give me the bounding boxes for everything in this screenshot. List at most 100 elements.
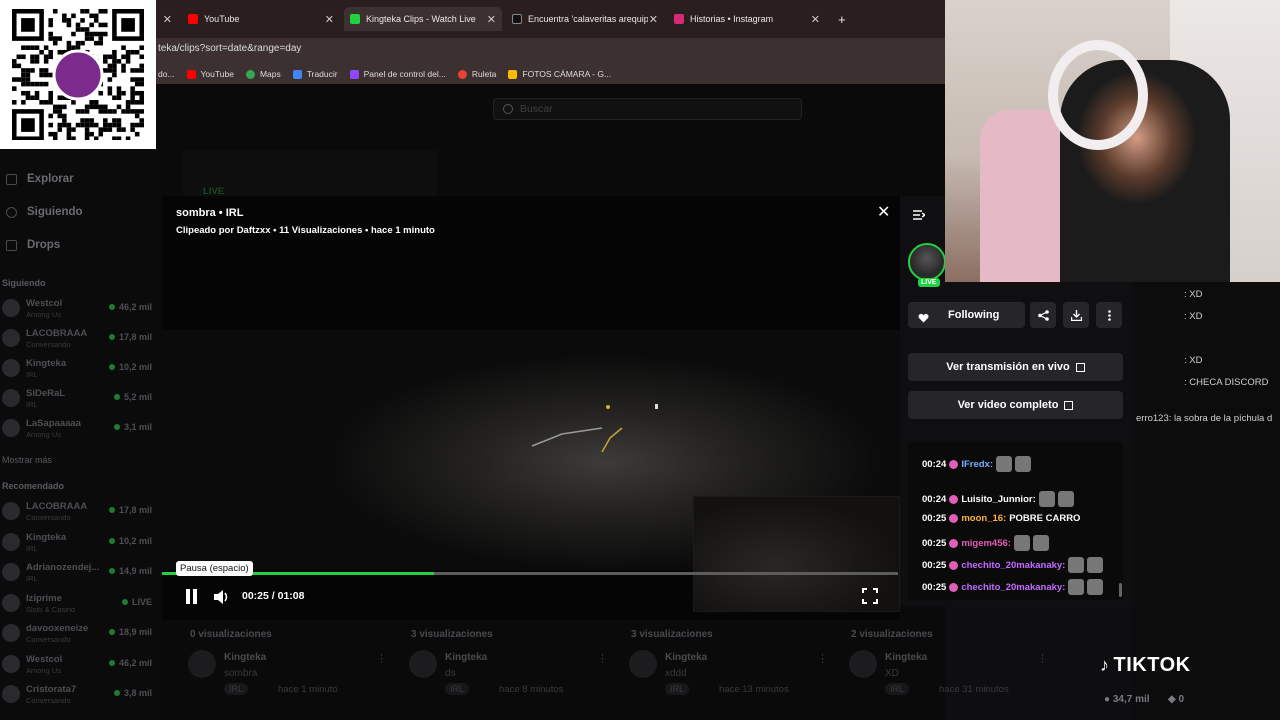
tab-bar: ✕ YouTube ✕ Kingteka Clips - Watch Live ✕ … xyxy=(156,0,945,38)
bookmark-drive[interactable]: FOTOS CÁMARA - G... xyxy=(508,69,611,79)
viewer-count: 17,8 mil xyxy=(109,505,152,515)
bookmark-translate[interactable]: Traducir xyxy=(292,69,338,79)
viewer-count: 46,2 mil xyxy=(109,658,152,668)
viewer-count: 3,1 mil xyxy=(114,422,152,432)
clip-card[interactable]: Kingteka xddd IRL hace 13 minutos ⋮ xyxy=(629,650,829,700)
tiktok-watermark: ♪ TIKTOK xyxy=(1100,654,1191,676)
bookmark-maps[interactable]: Maps xyxy=(245,69,281,79)
close-icon[interactable]: ✕ xyxy=(325,13,334,26)
stream-chat-message: : CHECA DISCORD xyxy=(1184,377,1269,388)
clip-card[interactable]: Kingteka ds IRL hace 8 minutos ⋮ xyxy=(409,650,609,700)
watch-vod-button[interactable]: Ver video completo xyxy=(908,391,1123,419)
sidebar-channel[interactable]: Iziprime Slots & Casino LIVE xyxy=(2,591,154,617)
nav-explore[interactable]: Explorar xyxy=(6,173,74,185)
tab-partial[interactable]: ✕ xyxy=(156,7,178,31)
volume-button[interactable] xyxy=(213,589,231,605)
channel-category: IRL xyxy=(26,370,38,379)
channel-name: Adrianozendej... xyxy=(26,562,100,573)
chat-scrollbar[interactable] xyxy=(1119,583,1122,597)
address-bar[interactable]: teka/clips?sort=date&range=day xyxy=(156,38,945,64)
channel-name: LACOBRAAA xyxy=(26,501,88,512)
chat-message: 00:24 Luisito_Junnior: xyxy=(922,491,1074,507)
close-icon[interactable]: ✕ xyxy=(877,202,890,222)
channel-name: SiDeRaL xyxy=(26,388,66,399)
tab-instagram[interactable]: Historias • Instagram ✕ xyxy=(668,7,826,31)
sidebar-channel[interactable]: LaSapaaaaa Among Us 3,1 mil xyxy=(2,416,154,442)
tab-tiktok-search[interactable]: Encuentra 'calaveritas arequipa ✕ xyxy=(506,7,664,31)
sidebar-channel[interactable]: Cristorata7 Conversando 3,8 mil xyxy=(2,682,154,708)
fullscreen-icon xyxy=(862,588,878,604)
sidebar-channel[interactable]: davooxeneize Conversando 18,9 mil xyxy=(2,621,154,647)
clip-channel: Kingteka xyxy=(224,652,267,663)
sidebar-channel[interactable]: Adrianozendej... IRL 14,9 mil xyxy=(2,560,154,586)
chat-username: IFredx: xyxy=(961,458,993,470)
close-icon[interactable]: ✕ xyxy=(811,13,820,26)
category-tag[interactable]: IRL xyxy=(885,683,910,695)
collapse-panel-icon[interactable] xyxy=(913,207,927,220)
emote-icon xyxy=(1013,535,1030,551)
category-tag[interactable]: IRL xyxy=(224,683,249,695)
sidebar-channel[interactable]: Kingteka IRL 10,2 mil xyxy=(2,356,154,382)
category-tag[interactable]: IRL xyxy=(665,683,690,695)
more-vertical-icon[interactable]: ⋮ xyxy=(597,652,608,665)
more-vertical-icon[interactable]: ⋮ xyxy=(1037,652,1048,665)
show-more-link[interactable]: Mostrar más xyxy=(2,455,52,465)
clip-card[interactable]: Kingteka XD IRL hace 31 minutos ⋮ xyxy=(849,650,1049,700)
subscriber-badge-icon xyxy=(949,514,959,523)
sidebar-channel[interactable]: LACOBRAAA Conversando 17,8 mil xyxy=(2,326,154,352)
new-tab-button[interactable]: + xyxy=(832,7,852,31)
pause-button[interactable] xyxy=(184,589,200,605)
bookmark-youtube[interactable]: YouTube xyxy=(186,69,234,79)
chat-timestamp: 00:25 xyxy=(922,537,947,549)
maps-icon xyxy=(245,69,255,79)
bookmark[interactable]: do... xyxy=(158,69,175,79)
nav-drops[interactable]: Drops xyxy=(6,239,60,251)
following-section-title: Siguiendo xyxy=(2,278,46,288)
subscriber-badge-icon xyxy=(949,560,959,570)
sidebar-channel[interactable]: Westcol Among Us 46,2 mil xyxy=(2,296,154,322)
sidebar-channel[interactable]: SiDeRaL IRL 5,2 mil xyxy=(2,386,154,412)
emote-icon xyxy=(1032,535,1049,551)
following-label: Following xyxy=(948,309,1000,321)
nav-following[interactable]: Siguiendo xyxy=(6,206,83,218)
tiktok-icon xyxy=(512,14,522,24)
heart-icon xyxy=(6,206,17,218)
close-icon[interactable]: ✕ xyxy=(487,13,496,26)
chat-username: migem456: xyxy=(961,537,1011,549)
avatar xyxy=(2,654,20,673)
channel-category: Among Us xyxy=(26,430,62,439)
tab-youtube[interactable]: YouTube ✕ xyxy=(182,7,340,31)
download-button[interactable] xyxy=(1063,302,1089,328)
users-icon: ● xyxy=(1104,694,1113,705)
sidebar-channel[interactable]: Westcol Among Us 46,2 mil xyxy=(2,652,154,678)
watch-live-button[interactable]: Ver transmisión en vivo xyxy=(908,353,1123,381)
more-vertical-icon[interactable]: ⋮ xyxy=(817,652,828,665)
sidebar-channel[interactable]: Kingteka IRL 10,2 mil xyxy=(2,530,154,556)
chat-timestamp: 00:24 xyxy=(922,493,947,505)
qr-code-image xyxy=(12,9,144,140)
gift-icon xyxy=(6,239,17,251)
clip-card[interactable]: Kingteka sombra IRL hace 1 minuto ⋮ xyxy=(188,650,388,700)
pause-icon xyxy=(186,589,190,604)
fullscreen-button[interactable] xyxy=(862,588,878,604)
channel-avatar[interactable] xyxy=(908,243,946,281)
close-icon[interactable]: ✕ xyxy=(649,13,658,26)
share-button[interactable] xyxy=(1030,302,1056,328)
tab-title: Historias • Instagram xyxy=(690,14,774,24)
bookmark-twitch[interactable]: Panel de control del... xyxy=(349,69,446,79)
sidebar-channel[interactable]: LACOBRAAA Conversando 17,8 mil xyxy=(2,499,154,525)
more-vertical-icon[interactable]: ⋮ xyxy=(376,652,387,665)
emote-icon xyxy=(1015,456,1031,472)
more-options-button[interactable] xyxy=(1096,302,1122,328)
tab-kingteka[interactable]: Kingteka Clips - Watch Live ✕ xyxy=(344,7,502,31)
close-icon[interactable]: ✕ xyxy=(163,13,172,26)
subscriber-badge-icon xyxy=(949,459,959,469)
emote-icon xyxy=(1038,491,1055,507)
category-tag[interactable]: IRL xyxy=(445,683,470,695)
avatar xyxy=(629,650,657,678)
watch-live-label: Ver transmisión en vivo xyxy=(946,361,1070,373)
chat-message: 00:25 chechito_20makanaky: xyxy=(922,579,1104,595)
channel-category: Conversando xyxy=(26,696,71,705)
search-input[interactable]: Buscar xyxy=(493,98,802,120)
bookmark-roulette[interactable]: Ruleta xyxy=(457,69,496,79)
